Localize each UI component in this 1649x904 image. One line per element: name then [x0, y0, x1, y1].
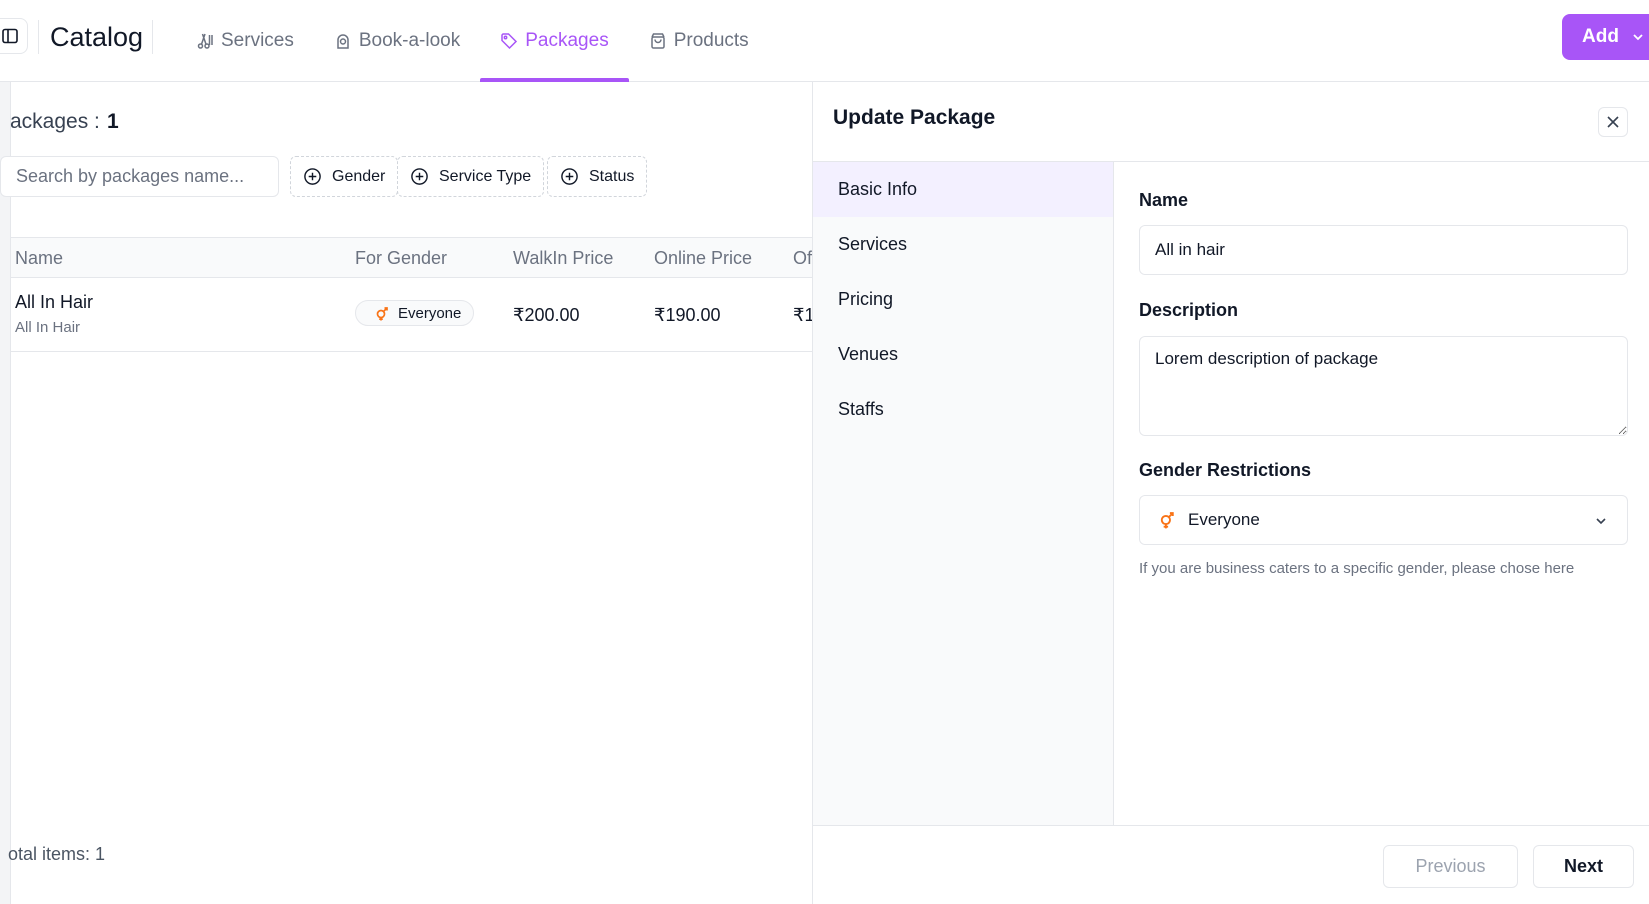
add-button-label: Add — [1582, 26, 1619, 47]
description-label: Description — [1139, 300, 1239, 320]
step-basic-info[interactable]: Basic Info — [813, 162, 1113, 217]
catalog-nav: Services Book-a-look Packages Products — [176, 0, 769, 82]
close-icon — [1607, 116, 1619, 128]
column-header-gender[interactable]: For Gender — [355, 248, 447, 269]
package-name: All In Hair — [15, 292, 94, 312]
packages-list-pane — [0, 82, 812, 904]
chevron-down-icon — [1633, 34, 1643, 41]
gender-restrictions-label: Gender Restrictions — [1139, 460, 1312, 480]
table-row[interactable]: All In Hair All In Hair Everyone ₹200.00… — [11, 278, 814, 352]
gender-badge-label: Everyone — [398, 304, 462, 322]
divider — [152, 20, 153, 54]
packages-count-label: ackages : — [10, 110, 100, 133]
top-bar: Catalog Services Book-a-look Packages Pr… — [0, 0, 1649, 82]
previous-button[interactable]: Previous — [1383, 845, 1518, 888]
filter-service-type-button[interactable]: Service Type — [397, 156, 545, 197]
drawer-footer: Previous Next — [813, 825, 1649, 904]
step-venues[interactable]: Venues — [813, 327, 1113, 382]
gender-badge: Everyone — [355, 300, 475, 326]
tab-services[interactable]: Services — [176, 0, 314, 82]
left-rail — [0, 82, 11, 904]
shopping-bag-icon — [650, 33, 665, 49]
gender-icon — [1160, 512, 1174, 529]
step-pricing[interactable]: Pricing — [813, 272, 1113, 327]
close-button[interactable] — [1598, 107, 1628, 137]
gender-icon — [376, 307, 388, 321]
table-header: Name For Gender WalkIn Price Online Pric… — [11, 237, 812, 278]
filter-label: Service Type — [439, 167, 532, 185]
name-label: Name — [1139, 190, 1189, 210]
filter-gender-button[interactable]: Gender — [290, 156, 399, 197]
scissors-icon — [197, 33, 213, 49]
chevron-down-icon — [1596, 518, 1606, 525]
drawer-header: Update Package — [813, 82, 1649, 162]
tab-label: Services — [221, 30, 294, 51]
walkin-price: ₹200.00 — [513, 305, 580, 325]
sidebar-panel-icon — [2, 28, 18, 44]
filter-label: Status — [589, 167, 635, 185]
gender-restrictions-select[interactable]: Everyone — [1139, 495, 1628, 545]
divider — [38, 20, 39, 54]
filter-status-button[interactable]: Status — [547, 156, 648, 197]
gender-restrictions-value: Everyone — [1188, 510, 1260, 529]
tab-label: Book-a-look — [358, 30, 461, 51]
plus-circle-icon — [561, 168, 578, 185]
column-header-offer-price[interactable]: Of — [793, 248, 812, 269]
tab-label: Products — [673, 30, 749, 51]
update-package-drawer: Update Package Basic Info Services Prici… — [812, 82, 1649, 904]
online-price: ₹190.00 — [654, 305, 721, 325]
column-header-name[interactable]: Name — [15, 248, 63, 269]
tab-products[interactable]: Products — [629, 0, 769, 82]
step-nav: Basic Info Services Pricing Venues Staff… — [813, 162, 1114, 825]
add-button[interactable]: Add — [1562, 14, 1649, 60]
drawer-title: Update Package — [833, 106, 996, 129]
description-field[interactable]: Lorem description of package — [1139, 336, 1628, 436]
basic-info-form: Name Description Lorem description of pa… — [1114, 162, 1649, 825]
column-header-online-price[interactable]: Online Price — [654, 248, 752, 269]
package-subtitle: All In Hair — [15, 319, 81, 336]
look-icon — [337, 34, 349, 49]
tab-label: Packages — [525, 30, 609, 51]
name-field[interactable] — [1139, 225, 1628, 275]
total-items: otal items: 1 — [8, 844, 106, 864]
next-button[interactable]: Next — [1533, 845, 1634, 888]
tab-book-a-look[interactable]: Book-a-look — [314, 0, 480, 82]
plus-circle-icon — [304, 168, 321, 185]
app-title: Catalog — [50, 22, 144, 52]
tab-packages[interactable]: Packages — [480, 0, 630, 82]
gender-help-text: If you are business caters to a specific… — [1139, 560, 1575, 577]
packages-count-value: 1 — [107, 110, 119, 133]
tag-icon — [501, 33, 518, 50]
search-input[interactable] — [0, 156, 279, 197]
step-services[interactable]: Services — [813, 217, 1113, 272]
plus-circle-icon — [411, 168, 428, 185]
filter-label: Gender — [332, 167, 386, 185]
step-staffs[interactable]: Staffs — [813, 382, 1113, 437]
column-header-walkin-price[interactable]: WalkIn Price — [513, 248, 613, 269]
sidebar-toggle-button[interactable] — [0, 18, 28, 54]
